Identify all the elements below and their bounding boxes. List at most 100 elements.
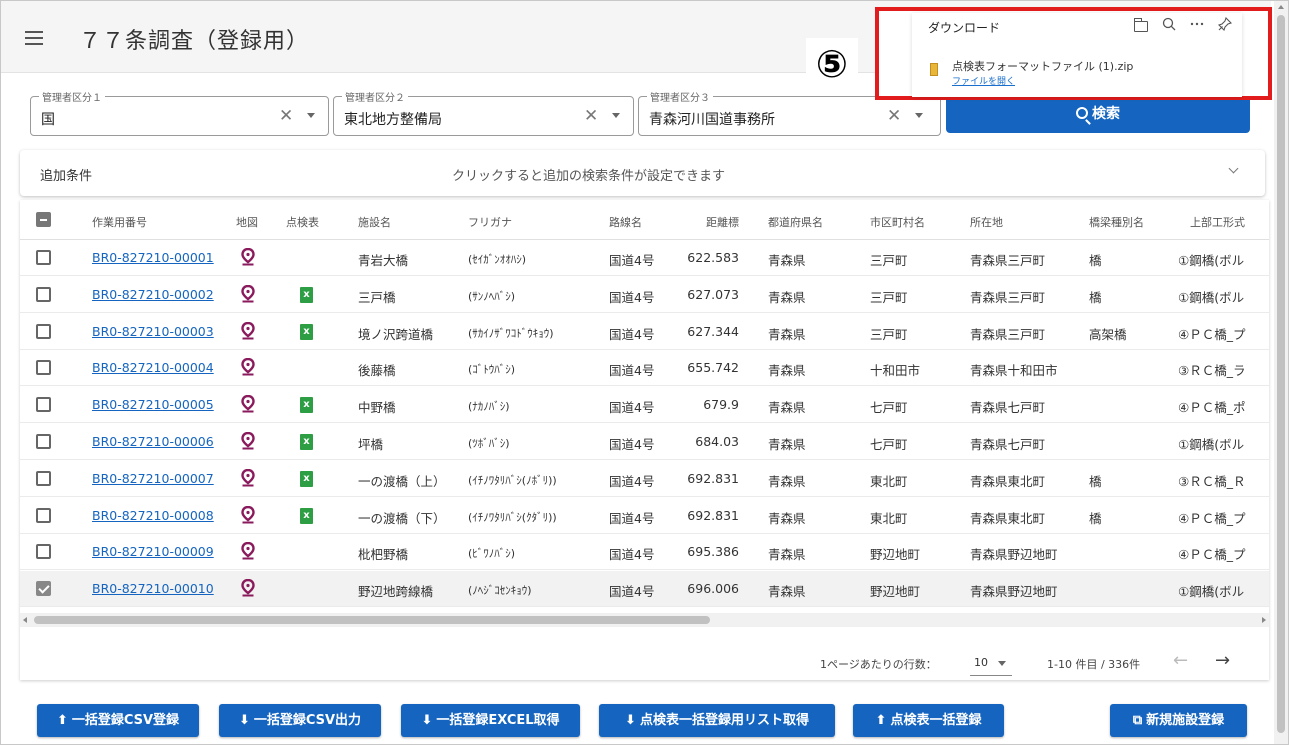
header-bridge-type[interactable]: 橋梁種別名 [1089,214,1144,230]
cell-location: 青森県野辺地町 [970,584,1058,600]
work-id-link[interactable]: BR0-827210-00010 [92,581,214,596]
work-id-link[interactable]: BR0-827210-00003 [92,324,214,339]
more-icon[interactable] [1190,17,1204,31]
dropdown-caret-icon[interactable] [612,113,620,118]
table-row[interactable]: BR0-827210-00003 x 境ノ沢跨道橋 (ｻｶｲﾉｻﾞﾜｺﾄﾞｳｷｮｳ) 国… [20,314,1269,350]
excel-sheet-icon[interactable]: x [300,323,313,340]
row-checkbox[interactable] [36,434,51,449]
admin-category-2-select[interactable]: 管理者区分２ 東北地方整備局 ✕ [333,89,634,136]
clear-icon[interactable]: ✕ [279,106,293,126]
header-route[interactable]: 路線名 [609,214,642,230]
header-location[interactable]: 所在地 [970,214,1003,230]
download-icon: ⬇ [238,713,250,728]
next-page-icon[interactable]: → [1215,650,1230,671]
excel-sheet-icon[interactable]: x [300,434,313,450]
folder-icon[interactable] [1134,18,1148,32]
table-row[interactable]: BR0-827210-00008 x 一の渡橋（下） (ｲﾁﾉﾜﾀﾘﾊﾞｼ(ｸﾀﾞﾘ)… [20,498,1269,534]
map-pin-icon[interactable] [241,248,255,266]
rows-per-page-value: 10 [974,656,988,669]
row-checkbox[interactable] [36,507,51,523]
excel-sheet-icon[interactable]: x [300,507,313,524]
inspection-list-get-button[interactable]: ⬇ 点検表一括登録用リスト取得 [599,704,835,737]
dropdown-caret-icon[interactable] [915,113,923,118]
additional-conditions-panel[interactable]: 追加条件 クリックすると追加の検索条件が設定できます [20,150,1265,196]
map-pin-icon[interactable] [241,358,255,376]
cell-city: 三戸町 [870,289,908,305]
hamburger-menu-icon[interactable] [25,31,43,45]
scrollbar-thumb[interactable] [1277,15,1285,733]
table-row[interactable]: BR0-827210-00006 x 坪橋 (ﾂﾎﾞﾊﾞｼ) 国道4号 684.03 青森県… [20,424,1269,460]
map-pin-icon[interactable] [241,468,255,487]
scroll-left-icon[interactable] [23,617,27,623]
map-pin-icon[interactable] [241,432,255,450]
download-file-name[interactable]: 点検表フォーマットファイル (1).zip [952,58,1133,74]
scrollbar-thumb[interactable] [34,616,710,624]
pin-icon[interactable] [1218,17,1232,31]
header-city[interactable]: 市区町村名 [870,214,925,230]
dropdown-caret-icon[interactable] [307,113,315,118]
work-id-link[interactable]: BR0-827210-00009 [92,544,214,559]
row-checkbox[interactable] [36,323,51,339]
cell-distance: 692.831 [687,507,739,523]
map-pin-icon[interactable] [241,579,255,597]
work-id-link[interactable]: BR0-827210-00001 [92,250,214,265]
table-row[interactable]: BR0-827210-00005 x 中野橋 (ﾅｶﾉﾊﾞｼ) 国道4号 679.9 青森県… [20,387,1269,424]
row-checkbox[interactable] [36,397,51,413]
excel-sheet-icon[interactable]: x [300,286,313,303]
scroll-up-icon[interactable] [1278,5,1284,9]
header-structure[interactable]: 上部工形式 [1190,214,1245,230]
scroll-right-icon[interactable] [1262,617,1266,623]
header-furigana[interactable]: フリガナ [468,214,512,230]
work-id-link[interactable]: BR0-827210-00002 [92,287,214,302]
work-id-link[interactable]: BR0-827210-00006 [92,434,214,449]
map-pin-icon[interactable] [241,395,255,413]
row-checkbox[interactable] [36,360,51,376]
row-checkbox[interactable] [36,250,51,265]
row-checkbox[interactable] [36,470,51,486]
table-row[interactable]: BR0-827210-00010 野辺地跨線橋 (ﾉﾍｼﾞｺｾﾝｷｮｳ) 国道4号 69… [20,571,1269,608]
work-id-link[interactable]: BR0-827210-00004 [92,360,214,375]
clear-icon[interactable]: ✕ [887,106,901,126]
rows-per-page-select[interactable]: 10 [970,650,1012,676]
work-id-link[interactable]: BR0-827210-00005 [92,397,214,412]
map-pin-icon[interactable] [241,505,255,524]
open-file-link[interactable]: ファイルを開く [952,74,1015,87]
inspection-bulk-register-button[interactable]: ⬆ 点検表一括登録 [853,704,1004,737]
cell-facility: 中野橋 [358,400,396,416]
header-facility[interactable]: 施設名 [358,214,391,230]
clear-icon[interactable]: ✕ [584,106,598,126]
table-row[interactable]: BR0-827210-00007 x 一の渡橋（上） (ｲﾁﾉﾜﾀﾘﾊﾞｼ(ﾉﾎﾞﾘ)… [20,461,1269,497]
bulk-csv-export-button[interactable]: ⬇ 一括登録CSV出力 [219,704,381,737]
excel-sheet-icon[interactable]: x [300,397,313,414]
work-id-link[interactable]: BR0-827210-00007 [92,471,214,486]
cell-city: 三戸町 [870,326,908,342]
table-row[interactable]: BR0-827210-00004 後藤橋 (ｺﾞﾄｳﾊﾞｼ) 国道4号 655.742 青… [20,350,1269,387]
table-row[interactable]: BR0-827210-00009 枇杷野橋 (ﾋﾞﾜﾉﾊﾞｼ) 国道4号 695.386… [20,534,1269,571]
header-prefecture[interactable]: 都道府県名 [768,214,823,230]
search-button[interactable]: 検索 [946,96,1250,133]
select-all-checkbox[interactable] [36,212,51,227]
chevron-down-icon[interactable] [1228,163,1239,174]
horizontal-scrollbar[interactable] [20,613,1269,627]
bulk-csv-register-button[interactable]: ⬆ 一括登録CSV登録 [37,704,199,737]
table-row[interactable]: BR0-827210-00002 x 三戸橋 (ｻﾝﾉﾍﾊﾞｼ) 国道4号 627.073… [20,277,1269,313]
admin-category-3-select[interactable]: 管理者区分３ 青森河川国道事務所 ✕ [638,89,941,136]
map-pin-icon[interactable] [241,284,255,303]
map-pin-icon[interactable] [241,542,255,560]
search-icon[interactable] [1162,17,1176,31]
table-row[interactable]: BR0-827210-00001 青岩大橋 (ｾｲｶﾞﾝｵｵﾊｼ) 国道4号 622.5… [20,240,1269,276]
row-checkbox[interactable] [36,286,51,302]
excel-sheet-icon[interactable]: x [300,470,313,487]
work-id-link[interactable]: BR0-827210-00008 [92,508,214,523]
bulk-excel-get-button[interactable]: ⬇ 一括登録EXCEL取得 [401,704,580,737]
admin-category-1-select[interactable]: 管理者区分１ 国 ✕ [30,89,329,136]
vertical-scrollbar[interactable] [1274,1,1288,744]
row-checkbox[interactable] [36,581,51,597]
row-checkbox[interactable] [36,544,51,560]
previous-page-icon[interactable]: ← [1173,650,1188,671]
cell-facility: 青岩大橋 [358,253,409,268]
header-distance[interactable]: 距離標 [706,214,739,230]
new-facility-button[interactable]: ⧉ 新規施設登録 [1110,704,1247,737]
header-id[interactable]: 作業用番号 [92,214,147,230]
map-pin-icon[interactable] [241,321,255,340]
